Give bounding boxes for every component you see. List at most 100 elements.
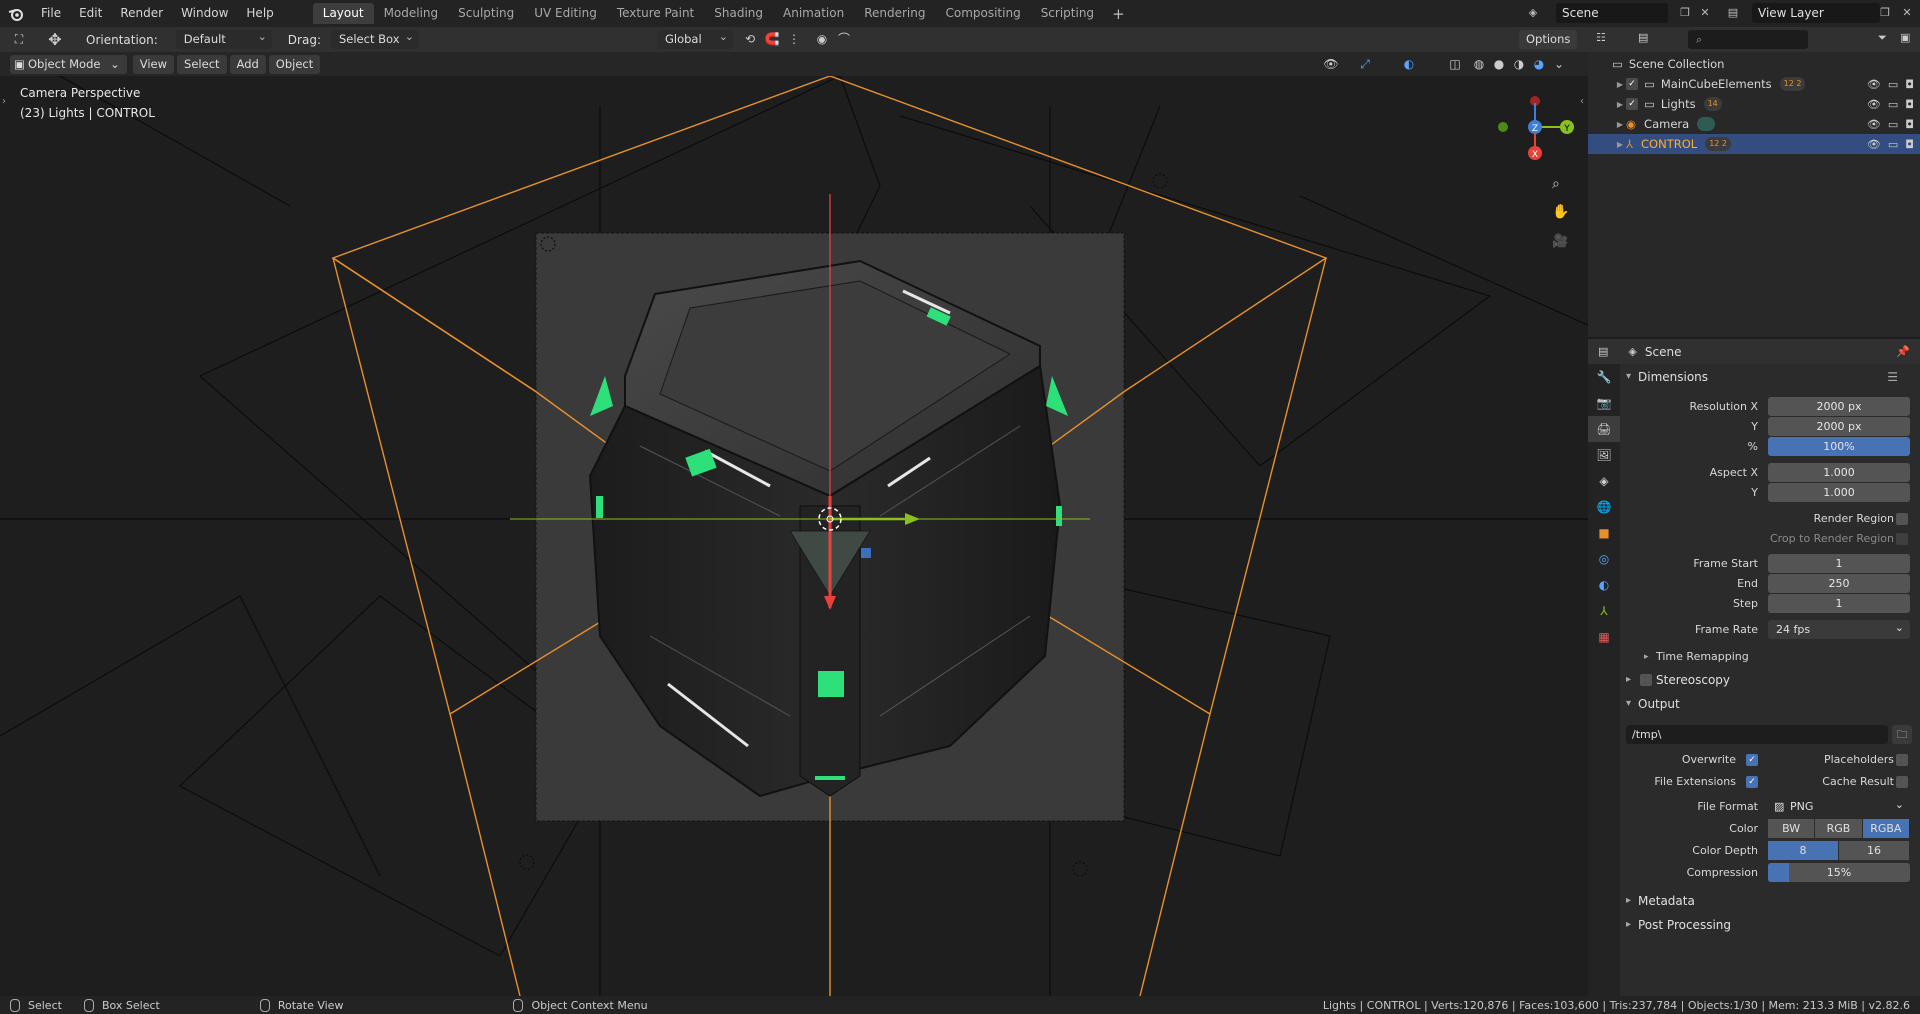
expand-arrow-icon[interactable]: ▶ bbox=[1614, 80, 1626, 89]
scene-name-field[interactable]: Scene bbox=[1556, 3, 1668, 23]
render-region-checkbox[interactable] bbox=[1896, 513, 1908, 525]
color-depth-16-option[interactable]: 16 bbox=[1839, 841, 1909, 860]
overlays-toggle-icon[interactable]: ◐ bbox=[1398, 55, 1420, 74]
tab-tool-icon[interactable]: 🔧 bbox=[1588, 364, 1620, 390]
proportional-falloff-icon[interactable]: ⌒ bbox=[833, 30, 855, 49]
color-bw-option[interactable]: BW bbox=[1768, 819, 1815, 838]
file-extensions-checkbox[interactable]: ✓ bbox=[1746, 776, 1758, 788]
view-layer-close-icon[interactable]: ✕ bbox=[1898, 3, 1916, 23]
tab-shading[interactable]: Shading bbox=[704, 3, 773, 24]
frame-step-field[interactable]: 1 bbox=[1768, 594, 1910, 613]
resolution-x-field[interactable]: 2000 px bbox=[1768, 397, 1910, 416]
resolution-percent-slider[interactable]: 100% bbox=[1768, 437, 1910, 456]
add-workspace-button[interactable]: + bbox=[1104, 5, 1133, 23]
stereoscopy-checkbox[interactable] bbox=[1640, 674, 1652, 686]
tab-uv-editing[interactable]: UV Editing bbox=[524, 3, 607, 24]
navigation-gizmo[interactable]: Z Y X bbox=[1490, 91, 1580, 161]
tab-texture-paint[interactable]: Texture Paint bbox=[607, 3, 704, 24]
folder-browse-icon[interactable]: 🗀 bbox=[1892, 725, 1912, 744]
scene-browse-icon[interactable]: ◈ bbox=[1524, 3, 1542, 23]
outliner-row-camera[interactable]: ▶ ◉ Camera 👁 ▭ ◘ bbox=[1588, 114, 1920, 134]
tab-render-icon[interactable]: 📷 bbox=[1588, 390, 1620, 416]
file-format-dropdown[interactable]: ▨ PNG ⌄ bbox=[1768, 797, 1910, 816]
expand-arrow-icon[interactable]: ▶ bbox=[1614, 120, 1626, 129]
snap-toggle-icon[interactable]: 🧲 bbox=[761, 30, 783, 49]
properties-editor-type-icon[interactable]: ▤ bbox=[1598, 345, 1608, 358]
tab-sculpting[interactable]: Sculpting bbox=[448, 3, 524, 24]
placeholders-checkbox[interactable] bbox=[1896, 754, 1908, 766]
color-rgba-option[interactable]: RGBA bbox=[1862, 819, 1909, 838]
pivot-point-icon[interactable]: ⟲ bbox=[739, 30, 761, 49]
output-path-input[interactable]: /tmp\ bbox=[1626, 725, 1888, 744]
monitor-icon[interactable]: ▭ bbox=[1888, 78, 1898, 91]
output-panel-header[interactable]: Output bbox=[1624, 693, 1916, 715]
tab-compositing[interactable]: Compositing bbox=[935, 3, 1030, 24]
orientation-dropdown[interactable]: Default bbox=[175, 27, 272, 49]
color-depth-8-option[interactable]: 8 bbox=[1768, 841, 1838, 860]
drag-dropdown[interactable]: Select Box bbox=[330, 27, 419, 49]
sidebar-toggle-icon[interactable]: ‹ bbox=[1580, 96, 1584, 107]
aspect-y-field[interactable]: 1.000 bbox=[1768, 483, 1910, 502]
monitor-icon[interactable]: ▭ bbox=[1888, 138, 1898, 151]
eye-icon[interactable]: 👁 bbox=[1867, 138, 1881, 151]
eye-icon[interactable]: 👁 bbox=[1867, 98, 1881, 111]
tab-object-data-icon[interactable]: ⅄ bbox=[1588, 598, 1620, 624]
frame-start-field[interactable]: 1 bbox=[1768, 554, 1910, 573]
menu-render[interactable]: Render bbox=[111, 0, 172, 27]
view-layer-browse-icon[interactable]: ▤ bbox=[1724, 3, 1742, 23]
display-mode-icon[interactable]: ▤ bbox=[1638, 31, 1648, 44]
post-processing-panel-header[interactable]: Post Processing bbox=[1624, 914, 1916, 936]
menu-edit[interactable]: Edit bbox=[70, 0, 111, 27]
tab-layout[interactable]: Layout bbox=[312, 3, 374, 24]
blender-logo-icon[interactable] bbox=[0, 0, 32, 27]
compression-slider[interactable]: 15% bbox=[1768, 863, 1910, 882]
menu-file[interactable]: File bbox=[32, 0, 70, 27]
scene-close-icon[interactable]: ✕ bbox=[1696, 3, 1714, 23]
menu-view[interactable]: View bbox=[132, 54, 175, 74]
shading-wireframe-icon[interactable]: ◍ bbox=[1468, 55, 1490, 74]
menu-window[interactable]: Window bbox=[172, 0, 237, 27]
editor-type-icon[interactable]: ⛶ bbox=[8, 30, 30, 49]
render-camera-icon[interactable]: ◘ bbox=[1905, 78, 1914, 91]
monitor-icon[interactable]: ▭ bbox=[1888, 118, 1898, 131]
color-rgb-option[interactable]: RGB bbox=[1815, 819, 1862, 838]
tab-texture-icon[interactable]: ▦ bbox=[1588, 624, 1620, 650]
outliner-editor-type-icon[interactable]: ☷ bbox=[1596, 31, 1606, 44]
transform-orientation-dropdown[interactable]: Global bbox=[656, 27, 733, 49]
shading-solid-icon[interactable]: ● bbox=[1488, 55, 1510, 74]
move-tool-icon[interactable]: ✥ bbox=[44, 30, 66, 49]
shading-material-icon[interactable]: ◑ bbox=[1508, 55, 1530, 74]
tab-object-icon[interactable]: ■ bbox=[1588, 520, 1620, 546]
outliner-row-maincubeelements[interactable]: ▶ ✓ ▭ MainCubeElements 12 2 👁 ▭ ◘ bbox=[1588, 74, 1920, 94]
dimensions-panel-header[interactable]: Dimensions ☰ bbox=[1624, 366, 1916, 388]
aspect-x-field[interactable]: 1.000 bbox=[1768, 463, 1910, 482]
shading-rendered-icon[interactable]: ◕ bbox=[1528, 55, 1550, 74]
scene-collection-row[interactable]: ▭ Scene Collection bbox=[1588, 54, 1920, 74]
render-camera-icon[interactable]: ◘ bbox=[1905, 98, 1914, 111]
monitor-icon[interactable]: ▭ bbox=[1888, 98, 1898, 111]
tab-modeling[interactable]: Modeling bbox=[374, 3, 449, 24]
options-dropdown[interactable]: Options bbox=[1519, 30, 1578, 49]
frame-rate-dropdown[interactable]: 24 fps ⌄ bbox=[1768, 620, 1910, 639]
tab-scripting[interactable]: Scripting bbox=[1031, 3, 1104, 24]
3d-viewport[interactable]: Camera Perspective (23) Lights | CONTROL… bbox=[0, 76, 1588, 996]
tab-physics-icon[interactable]: ◐ bbox=[1588, 572, 1620, 598]
object-mode-dropdown[interactable]: ▣ Object Mode ⌄ bbox=[10, 54, 127, 74]
stereoscopy-panel-header[interactable]: Stereoscopy bbox=[1624, 669, 1916, 691]
resolution-y-field[interactable]: 2000 px bbox=[1768, 417, 1910, 436]
outliner-row-lights[interactable]: ▶ ✓ ▭ Lights 14 👁 ▭ ◘ bbox=[1588, 94, 1920, 114]
crop-render-region-checkbox[interactable] bbox=[1896, 533, 1908, 545]
pin-icon[interactable]: 📌 bbox=[1896, 345, 1910, 358]
toolbar-toggle-icon[interactable]: › bbox=[2, 96, 6, 107]
scene-copy-icon[interactable]: ❐ bbox=[1676, 3, 1694, 23]
view-layer-field[interactable]: View Layer bbox=[1752, 3, 1880, 23]
shading-options-icon[interactable]: ⌄ bbox=[1548, 55, 1570, 74]
expand-arrow-icon[interactable]: ▶ bbox=[1614, 100, 1626, 109]
eye-icon[interactable]: 👁 bbox=[1867, 78, 1881, 91]
pan-hand-icon[interactable]: ✋ bbox=[1552, 204, 1569, 220]
visibility-selectability-icon[interactable]: 👁 bbox=[1320, 55, 1342, 74]
menu-object[interactable]: Object bbox=[268, 54, 321, 74]
render-camera-icon[interactable]: ◘ bbox=[1905, 138, 1914, 151]
snap-options-icon[interactable]: ⋮ bbox=[783, 30, 805, 49]
presets-list-icon[interactable]: ☰ bbox=[1887, 366, 1898, 388]
